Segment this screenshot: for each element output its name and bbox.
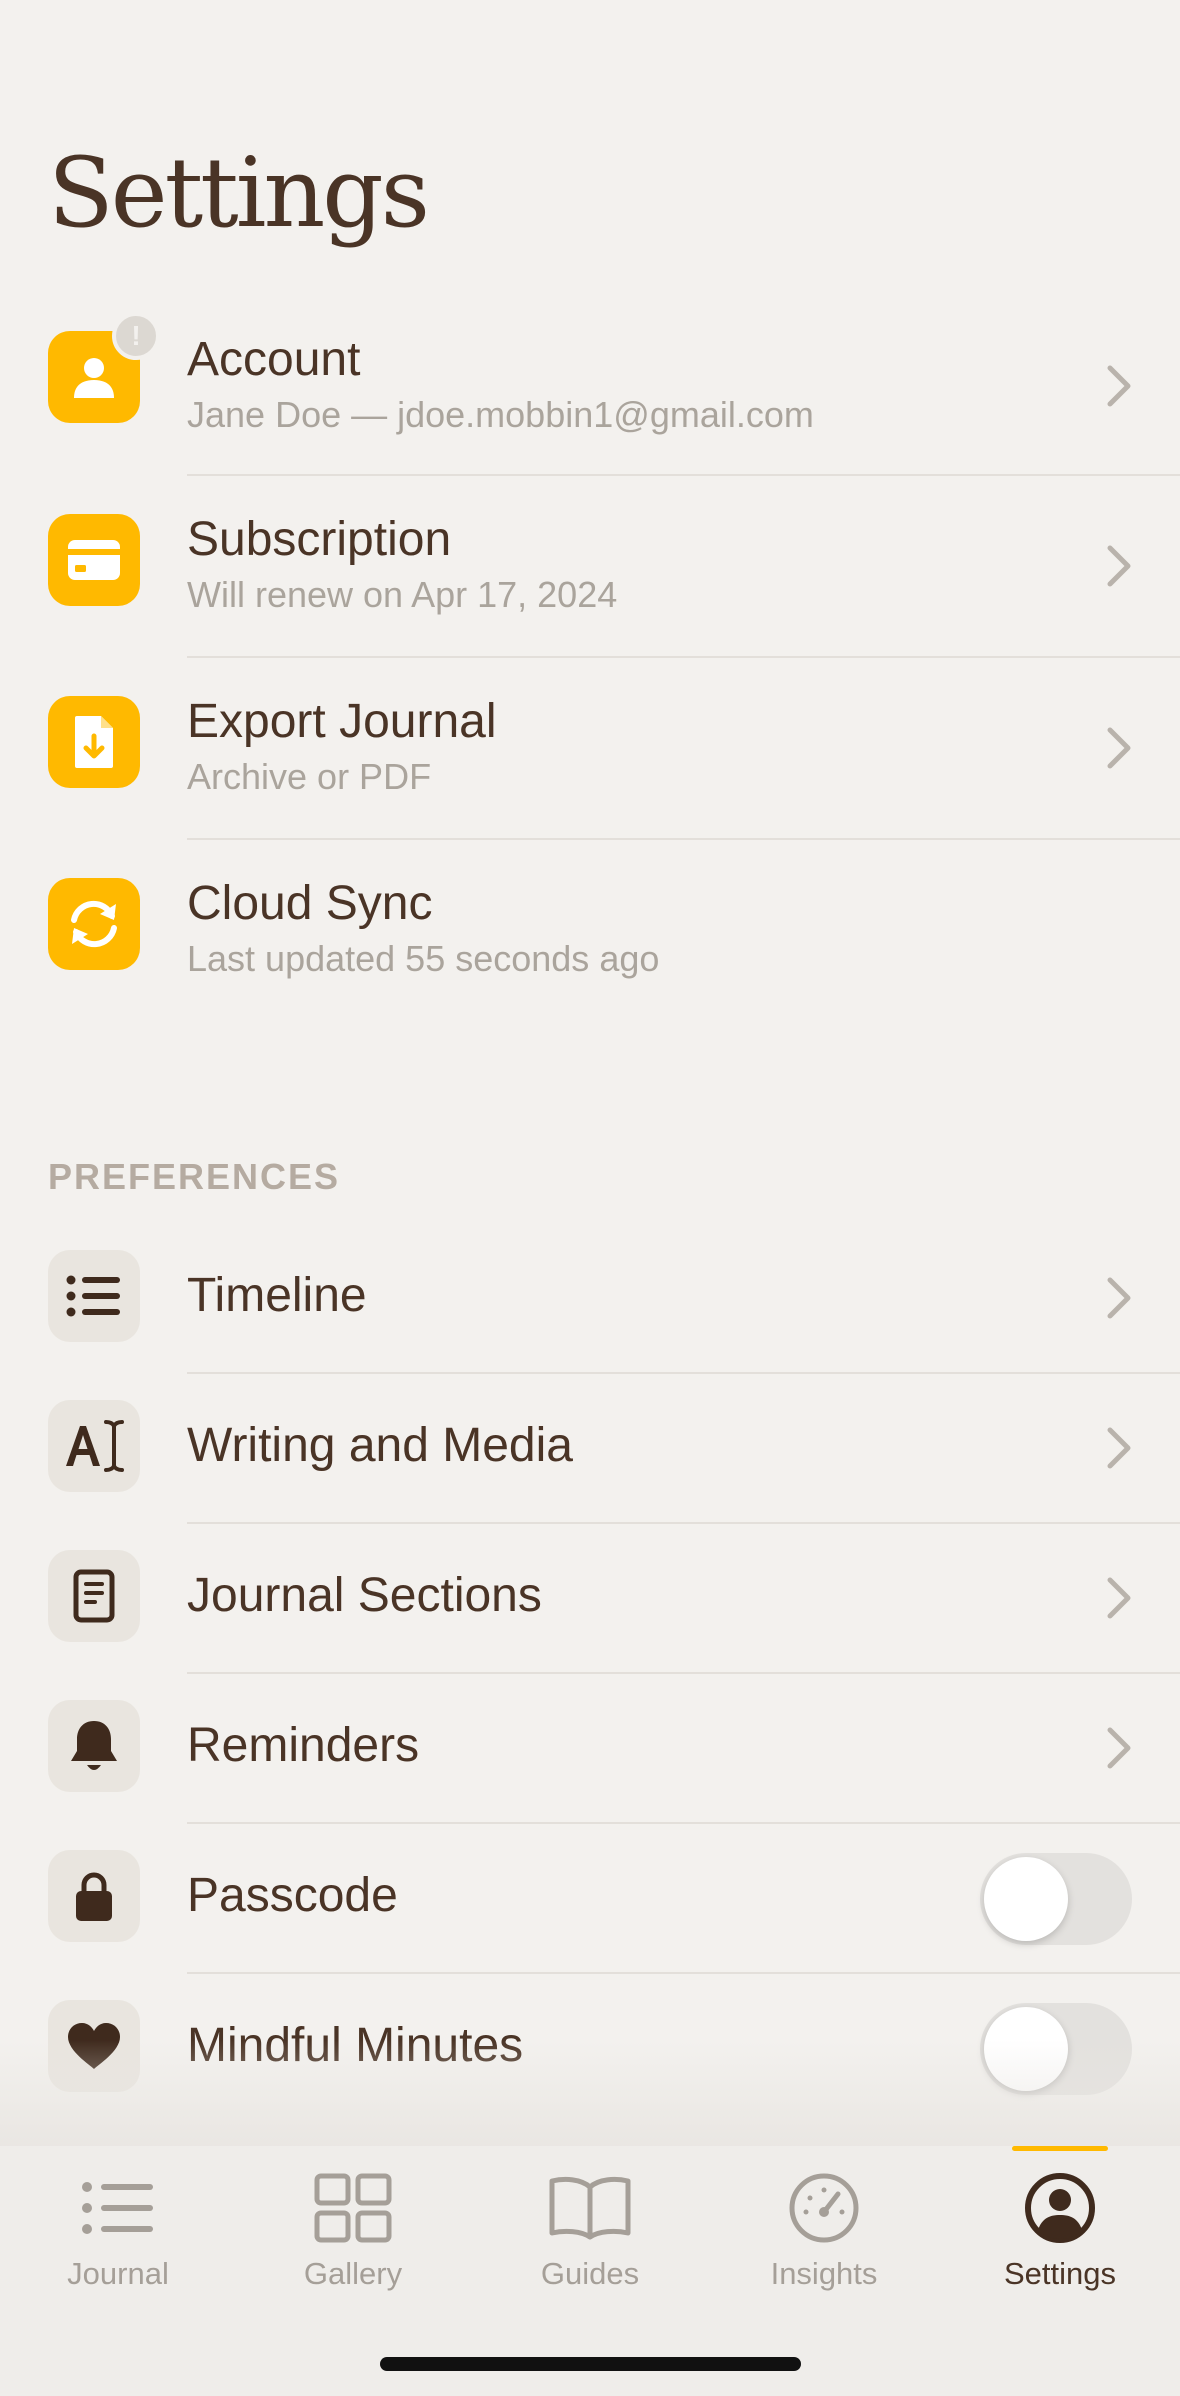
tab-gallery[interactable]: Gallery [253,2146,453,2316]
tab-label: Settings [1003,2256,1116,2291]
account-subtitle: Jane Doe — jdoe.mobbin1@gmail.com [187,394,814,436]
active-tab-indicator [1012,2146,1108,2151]
grid-icon [308,2168,398,2248]
tab-label: Journal [67,2256,169,2291]
timeline-title: Timeline [187,1269,367,1322]
writing-media-title: Writing and Media [187,1419,573,1472]
sync-icon [48,878,140,970]
cloud-sync-title: Cloud Sync [187,877,433,930]
book-icon [545,2168,635,2248]
list-icon [73,2168,163,2248]
chevron-right-icon [1106,1276,1132,1325]
reminders-title: Reminders [187,1719,420,1772]
passcode-title: Passcode [187,1869,398,1922]
profile-icon [1015,2168,1105,2248]
tab-settings[interactable]: Settings [960,2146,1160,2316]
journal-sections-title: Journal Sections [187,1569,542,1622]
tab-label: Gallery [303,2256,403,2291]
tab-guides[interactable]: Guides [490,2146,690,2316]
subscription-title: Subscription [187,513,452,566]
tab-label: Guides [540,2256,640,2291]
export-journal-row[interactable]: Export Journal Archive or PDF [0,658,1180,840]
credit-card-icon [48,514,140,606]
toggle-knob [984,1857,1068,1941]
tab-insights[interactable]: Insights [724,2146,924,2316]
journal-sections-row[interactable]: Journal Sections [0,1524,1180,1674]
account-title: Account [187,333,361,386]
chevron-right-icon [1106,1426,1132,1475]
tab-label: Insights [770,2256,878,2291]
timeline-row[interactable]: Timeline [0,1224,1180,1374]
writing-media-row[interactable]: Writing and Media [0,1374,1180,1524]
chevron-right-icon [1106,1726,1132,1775]
section-header-preferences: PREFERENCES [48,1156,341,1197]
warning-badge: ! [112,312,160,360]
passcode-toggle[interactable] [980,1853,1132,1945]
bell-icon [48,1700,140,1792]
export-journal-subtitle: Archive or PDF [187,756,432,798]
subscription-row[interactable]: Subscription Will renew on Apr 17, 2024 [0,476,1180,658]
cloud-sync-row[interactable]: Cloud Sync Last updated 55 seconds ago [0,840,1180,1022]
chevron-right-icon [1106,726,1132,775]
document-download-icon [48,696,140,788]
lock-icon [48,1850,140,1942]
home-indicator [380,2357,801,2371]
chevron-right-icon [1106,1576,1132,1625]
text-cursor-icon [48,1400,140,1492]
list-icon [48,1250,140,1342]
passcode-row[interactable]: Passcode [0,1824,1180,1974]
scroll-fade [0,2040,1180,2150]
cloud-sync-subtitle: Last updated 55 seconds ago [187,938,660,980]
gauge-icon [779,2168,869,2248]
page-title: Settings [48,137,430,249]
subscription-subtitle: Will renew on Apr 17, 2024 [187,574,618,616]
account-row[interactable]: ! Account Jane Doe — jdoe.mobbin1@gmail.… [0,302,1180,476]
chevron-right-icon [1106,364,1132,413]
reminders-row[interactable]: Reminders [0,1674,1180,1824]
tab-journal[interactable]: Journal [18,2146,218,2316]
chevron-right-icon [1106,544,1132,593]
page-icon [48,1550,140,1642]
export-journal-title: Export Journal [187,695,497,748]
